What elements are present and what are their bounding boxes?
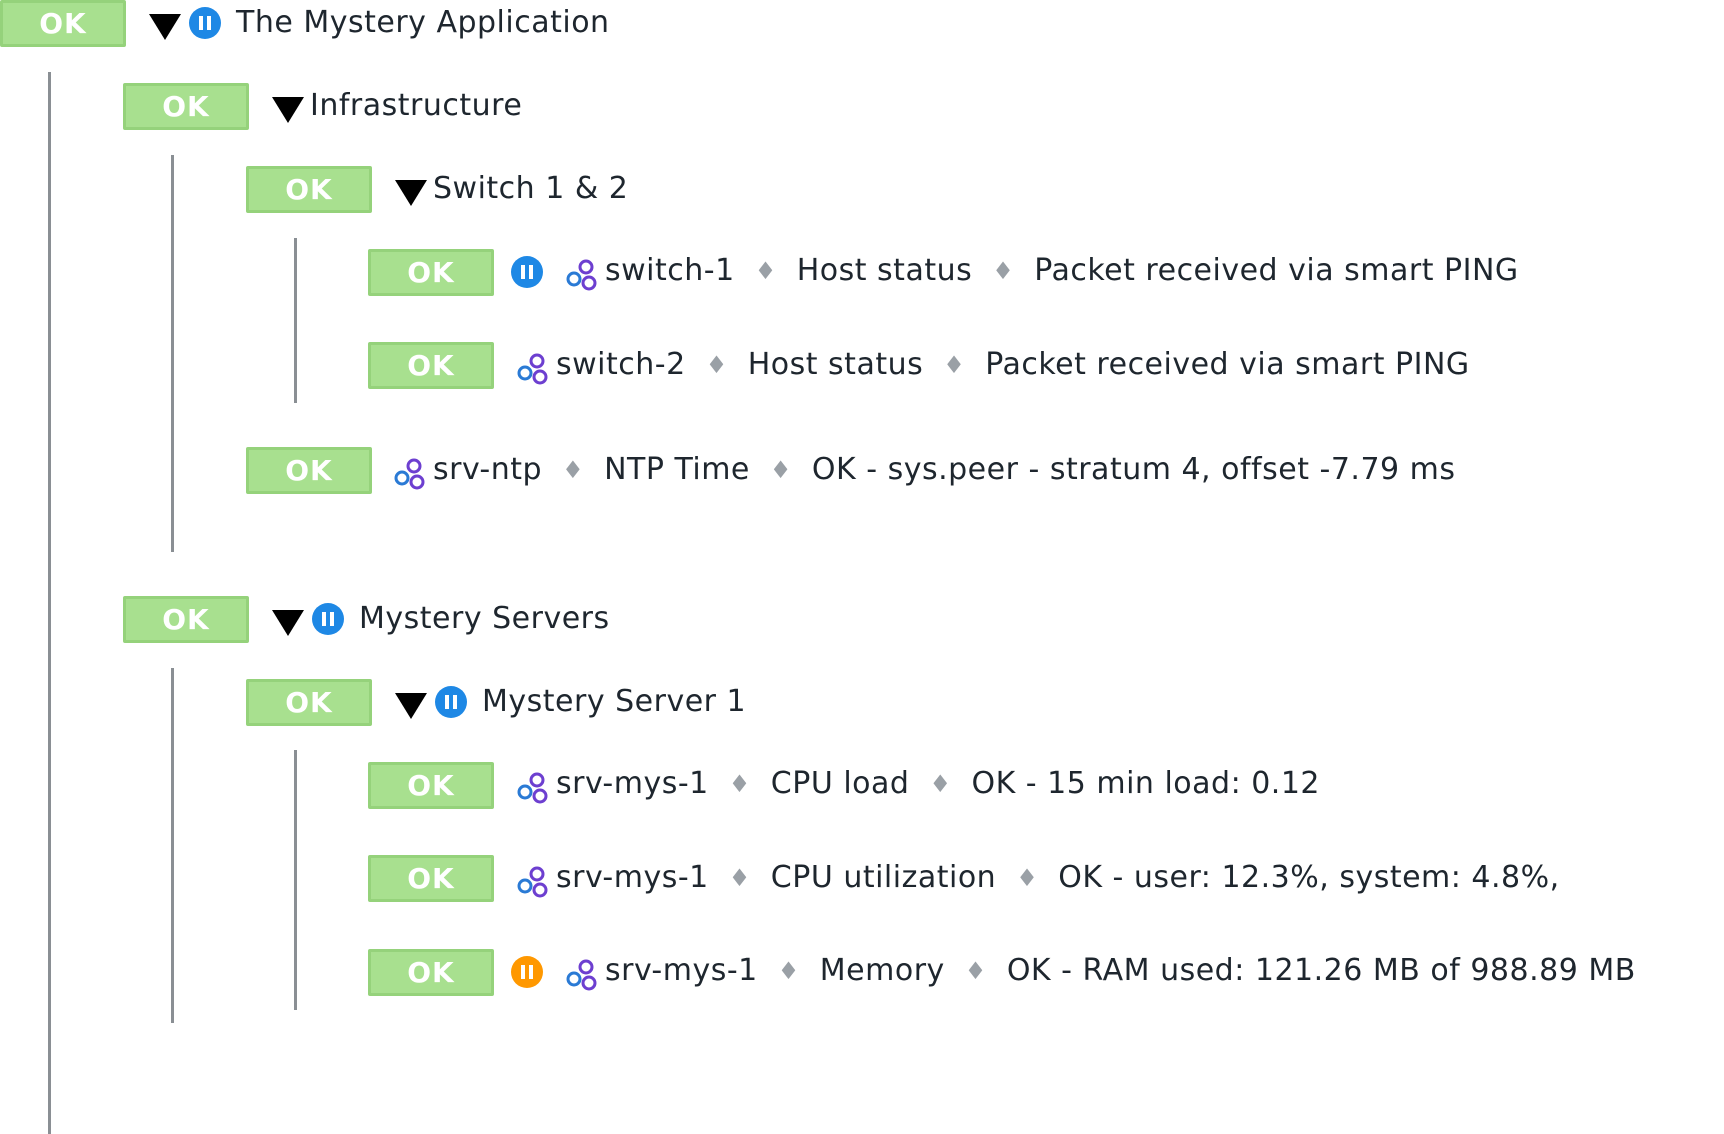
service-row: srv-mys-1 ♦ CPU utilization ♦ OK - user:… [556,863,1560,893]
service-output: Packet received via smart PING [985,347,1470,382]
status-badge[interactable]: OK [368,855,494,902]
service-output: OK - user: 12.3%, system: 4.8%, [1058,860,1560,895]
pause-icon [189,7,221,39]
aggregation-title[interactable]: Mystery Server 1 [482,687,746,717]
service-output: OK - sys.peer - stratum 4, offset -7.79 … [811,452,1456,487]
host-link[interactable]: srv-ntp [433,455,542,485]
service-output: OK - RAM used: 121.26 MB of 988.89 MB [1006,953,1636,988]
host-link[interactable]: srv-mys-1 [556,769,709,799]
pause-icon [511,956,543,988]
status-badge[interactable]: OK [246,166,372,213]
service-link[interactable]: Host status [748,350,924,380]
service-link[interactable]: CPU utilization [771,863,996,893]
host-link[interactable]: switch-2 [556,350,686,380]
separator-icon: ♦ [943,351,966,379]
service-output: OK - 15 min load: 0.12 [971,766,1321,801]
status-badge[interactable]: OK [0,0,126,47]
host-link[interactable]: srv-mys-1 [556,863,709,893]
status-badge[interactable]: OK [246,447,372,494]
service-row: switch-1 ♦ Host status ♦ Packet received… [605,256,1519,286]
service-link[interactable]: NTP Time [604,455,750,485]
tree-guide-line [294,238,297,403]
separator-icon: ♦ [562,456,585,484]
separator-icon: ♦ [777,957,800,985]
service-output: Packet received via smart PING [1034,253,1519,288]
separator-icon: ♦ [705,351,728,379]
status-badge[interactable]: OK [246,679,372,726]
separator-icon: ♦ [1016,864,1039,892]
collapse-triangle-icon[interactable] [272,610,304,636]
collapse-triangle-icon[interactable] [149,14,181,40]
aggregation-title[interactable]: Switch 1 & 2 [433,174,628,204]
service-link[interactable]: CPU load [771,769,910,799]
service-gear-icon[interactable] [516,352,550,386]
collapse-triangle-icon[interactable] [395,693,427,719]
service-gear-icon[interactable] [516,771,550,805]
service-gear-icon[interactable] [516,865,550,899]
aggregation-title[interactable]: Mystery Servers [359,604,610,634]
collapse-triangle-icon[interactable] [272,97,304,123]
service-gear-icon[interactable] [393,457,427,491]
service-row: switch-2 ♦ Host status ♦ Packet received… [556,350,1470,380]
separator-icon: ♦ [929,770,952,798]
tree-guide-line [48,72,51,1134]
status-badge[interactable]: OK [123,83,249,130]
status-badge[interactable]: OK [368,949,494,996]
separator-icon: ♦ [992,257,1015,285]
separator-icon: ♦ [754,257,777,285]
service-link[interactable]: Host status [797,256,973,286]
separator-icon: ♦ [964,957,987,985]
separator-icon: ♦ [728,770,751,798]
separator-icon: ♦ [769,456,792,484]
tree-guide-line [294,750,297,1010]
status-badge[interactable]: OK [368,249,494,296]
service-row: srv-ntp ♦ NTP Time ♦ OK - sys.peer - str… [433,455,1456,485]
service-row: srv-mys-1 ♦ CPU load ♦ OK - 15 min load:… [556,769,1320,799]
tree-guide-line [171,668,174,1023]
host-link[interactable]: switch-1 [605,256,735,286]
aggregation-title[interactable]: The Mystery Application [236,8,610,38]
status-badge[interactable]: OK [368,762,494,809]
separator-icon: ♦ [728,864,751,892]
aggregation-title[interactable]: Infrastructure [310,91,522,121]
pause-icon [312,603,344,635]
collapse-triangle-icon[interactable] [395,180,427,206]
status-badge[interactable]: OK [123,596,249,643]
tree-guide-line [171,155,174,552]
pause-icon [435,686,467,718]
service-link[interactable]: Memory [820,956,945,986]
host-link[interactable]: srv-mys-1 [605,956,758,986]
status-badge[interactable]: OK [368,342,494,389]
service-gear-icon[interactable] [565,958,599,992]
pause-icon [511,256,543,288]
service-row: srv-mys-1 ♦ Memory ♦ OK - RAM used: 121.… [605,956,1636,986]
service-gear-icon[interactable] [565,258,599,292]
